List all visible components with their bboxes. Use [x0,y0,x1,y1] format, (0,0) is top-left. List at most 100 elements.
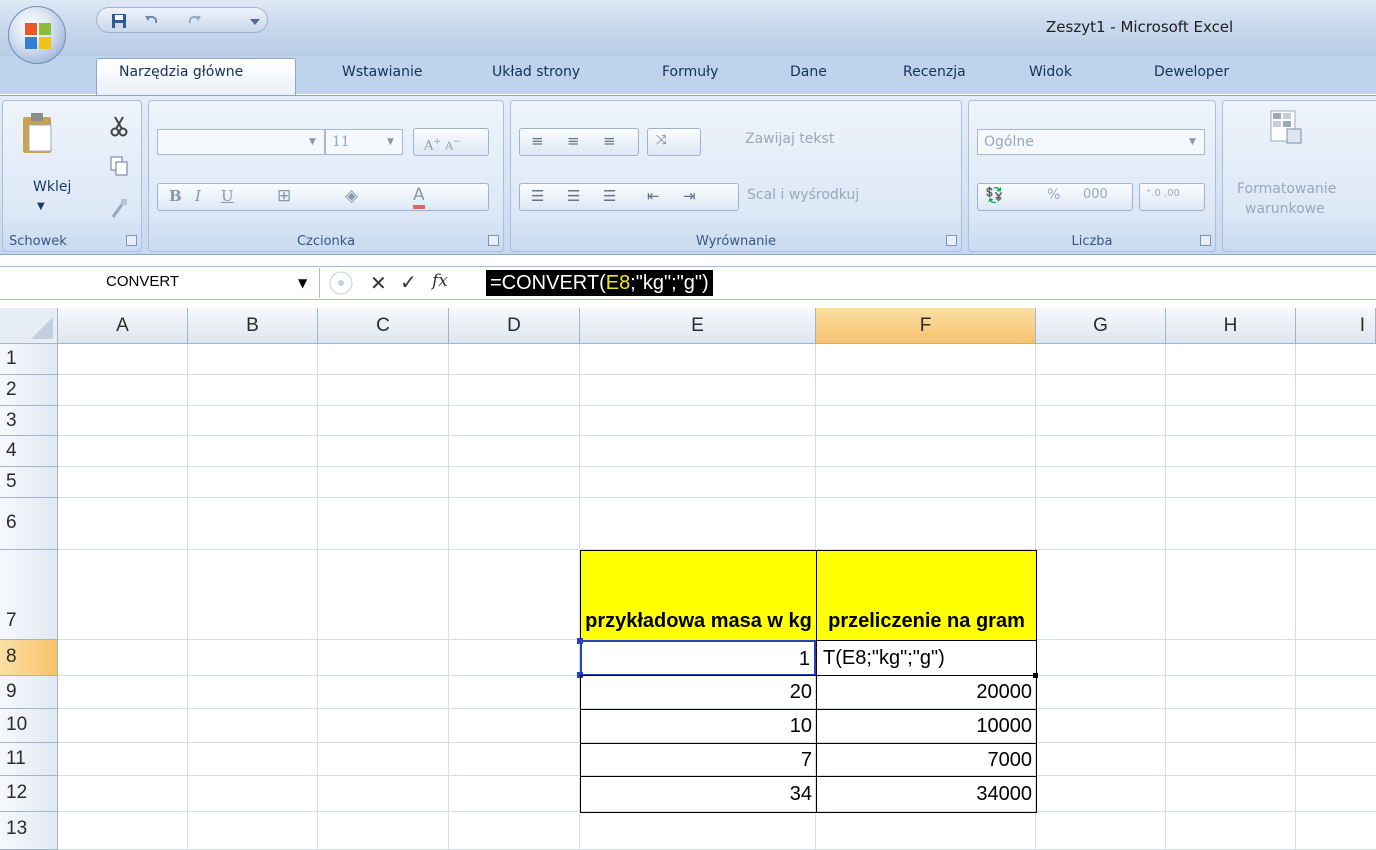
thousands-button[interactable]: 000 [1083,187,1108,202]
cell-e7[interactable]: przykładowa masa w kg [580,550,817,641]
name-box[interactable]: CONVERT ▼ [0,268,320,298]
row-header-13[interactable]: 13 [0,812,58,850]
increase-indent-icon[interactable]: ⇥ [683,187,696,205]
paste-icon[interactable] [21,111,55,155]
font-name-combo[interactable] [157,129,325,155]
align-right-icon[interactable]: ☰ [603,187,616,205]
row-header-1[interactable]: 1 [0,344,58,375]
insert-function-icon[interactable]: fx [432,271,448,291]
number-dialog-launcher[interactable] [1200,235,1211,246]
conditional-formatting-icon[interactable] [1269,109,1303,147]
office-button[interactable] [8,6,66,64]
redo-icon[interactable] [187,13,203,29]
name-box-dropdown-icon[interactable]: ▼ [298,276,307,290]
cell-f9[interactable]: 20000 [816,675,1037,710]
tab-home[interactable]: Narzędzia główne [119,64,243,80]
tab-review[interactable]: Recenzja [903,64,966,80]
borders-icon[interactable]: ⊞ [277,186,291,206]
column-header-g[interactable]: G [1036,308,1166,344]
horizontal-align-buttons[interactable] [519,183,739,211]
bold-icon[interactable]: B [169,187,182,205]
alignment-group-label: Wyrównanie [695,234,777,249]
font-name-dropdown-icon[interactable]: ▼ [309,137,316,147]
cell-f7[interactable]: przeliczenie na gram [816,550,1037,641]
enter-icon[interactable]: ✓ [400,270,417,294]
row-header-7[interactable]: 7 [0,550,58,640]
orientation-button[interactable]: ⤨ [647,128,701,156]
align-top-icon[interactable]: ≡ [531,132,544,150]
cell-e12[interactable]: 34 [580,776,817,813]
cell-e9[interactable]: 20 [580,675,817,710]
paste-dropdown-icon[interactable]: ▼ [37,201,45,212]
tab-insert[interactable]: Wstawianie [342,64,423,80]
font-size-dropdown-icon[interactable]: ▼ [387,137,394,147]
formula-input[interactable]: =CONVERT(E8;"kg";"g") [486,270,713,296]
tab-page-layout[interactable]: Układ strony [492,64,580,80]
align-left-icon[interactable]: ☰ [531,187,544,205]
font-dialog-launcher[interactable] [488,235,499,246]
save-icon[interactable] [111,13,127,29]
merge-center-button[interactable]: Scal i wyśrodkuj [747,187,859,203]
clipboard-dialog-launcher[interactable] [126,235,137,246]
customize-qat-icon[interactable] [247,13,263,29]
formula-bar-grip-icon[interactable] [328,270,354,296]
fill-color-icon[interactable]: ◈ [345,186,358,206]
align-bottom-icon[interactable]: ≡ [603,132,616,150]
cell-e8[interactable]: 1 [580,640,816,676]
paste-button[interactable]: Wklej [33,179,71,195]
column-header-h[interactable]: H [1166,308,1296,344]
column-header-f[interactable]: F [816,308,1036,344]
font-color-icon[interactable]: A [413,185,425,209]
cell-f10[interactable]: 10000 [816,709,1037,744]
column-header-d[interactable]: D [449,308,580,344]
row-header-2[interactable]: 2 [0,375,58,406]
conditional-formatting-label-2[interactable]: warunkowe [1245,201,1325,217]
cut-icon[interactable] [109,115,129,137]
row-header-12[interactable]: 12 [0,776,58,812]
tab-data[interactable]: Dane [790,64,827,80]
grow-shrink-font-buttons[interactable]: A+ A− [413,128,489,156]
row-header-5[interactable]: 5 [0,467,58,498]
underline-icon[interactable]: U [221,187,234,205]
undo-icon[interactable] [143,13,159,29]
row-header-6[interactable]: 6 [0,498,58,550]
row-header-8[interactable]: 8 [0,640,58,676]
format-painter-icon[interactable] [109,197,129,219]
number-format-combo[interactable]: Ogólne [977,129,1205,155]
select-all-icon [31,317,53,339]
alignment-dialog-launcher[interactable] [946,235,957,246]
italic-icon[interactable]: I [195,187,201,205]
cell-e10[interactable]: 10 [580,709,817,744]
conditional-formatting-label[interactable]: Formatowanie [1237,181,1336,197]
cell-f11[interactable]: 7000 [816,743,1037,777]
column-header-e[interactable]: E [580,308,816,344]
align-center-icon[interactable]: ☰ [567,187,580,205]
cancel-icon[interactable]: ✕ [370,271,387,295]
wrap-text-button[interactable]: Zawijaj tekst [745,131,834,147]
column-header-a[interactable]: A [58,308,188,344]
cell-f8-editing[interactable]: T(E8;"kg";"g") [816,640,1037,676]
cell-f12[interactable]: 34000 [816,776,1037,813]
tab-developer[interactable]: Deweloper [1154,64,1229,80]
decrease-indent-icon[interactable]: ⇤ [647,187,660,205]
row-header-4[interactable]: 4 [0,436,58,467]
row-header-9[interactable]: 9 [0,676,58,709]
row-header-10[interactable]: 10 [0,709,58,743]
number-format-dropdown-icon[interactable]: ▼ [1189,137,1196,147]
column-header-b[interactable]: B [188,308,318,344]
cell-e11[interactable]: 7 [580,743,817,777]
decimal-buttons[interactable]: ⁺.0 .00 [1139,183,1205,211]
number-group-label: Liczba [1071,234,1113,249]
row-header-11[interactable]: 11 [0,743,58,776]
copy-icon[interactable] [109,155,129,177]
tab-view[interactable]: Widok [1029,64,1072,80]
column-header-i[interactable]: I [1296,308,1376,344]
column-header-c[interactable]: C [318,308,449,344]
row-header-3[interactable]: 3 [0,406,58,436]
currency-icon[interactable]: 💱 [985,186,1004,204]
tab-formulas[interactable]: Formuły [662,64,718,80]
select-all-corner[interactable] [0,308,58,344]
align-middle-icon[interactable]: ≡ [567,132,580,150]
range-handle-top[interactable] [577,638,583,644]
percent-button[interactable]: % [1047,187,1060,203]
